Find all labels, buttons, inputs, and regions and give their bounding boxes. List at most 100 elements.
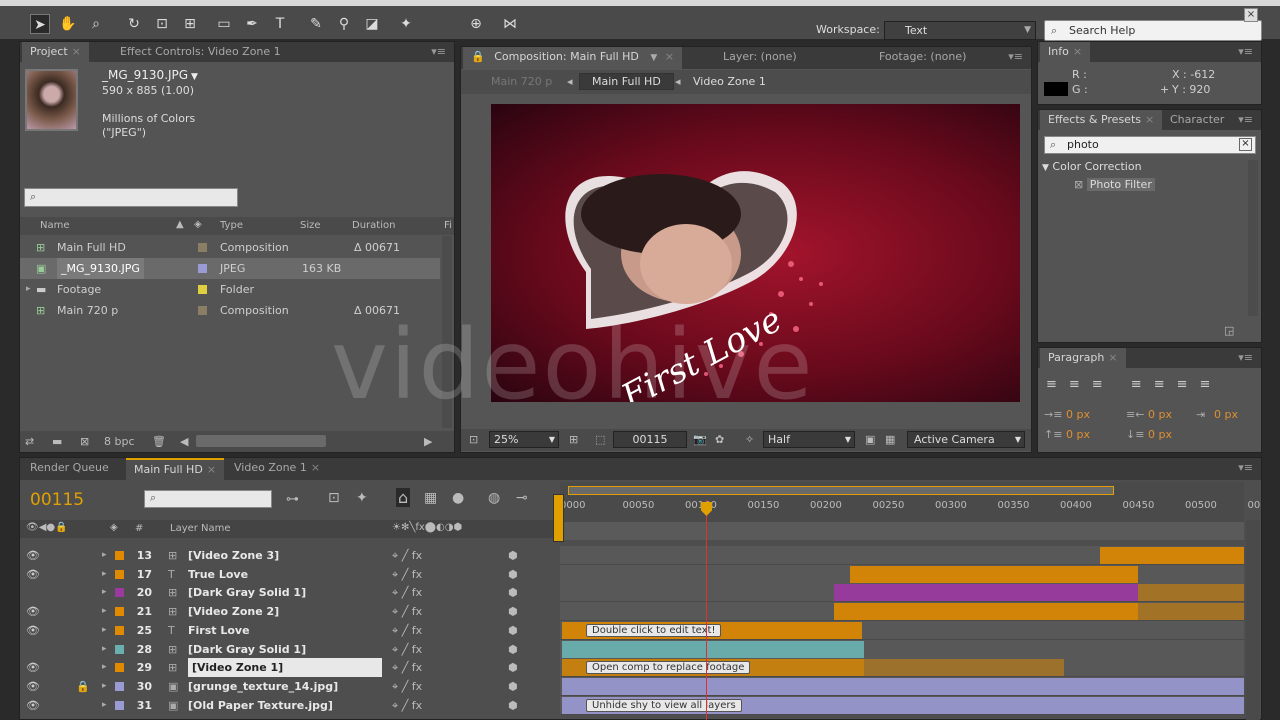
project-row[interactable]: ⊞ Main Full HD Composition Δ 00671 [20,237,440,258]
indent-right-value[interactable]: 0 px [1148,408,1172,421]
timeline-search-input[interactable]: ⌕ [144,490,272,508]
layer-row[interactable]: 👁 ▸ 29 ⊞ [Video Zone 1] ⌖ ╱ fx ⬢ [20,658,560,678]
resolution-select[interactable]: Half ▼ [763,431,855,448]
pan-behind-tool-icon[interactable]: ⊞ [180,14,200,34]
brush-tool-icon[interactable]: ✎ [306,14,326,34]
layer-duration-bar[interactable] [850,565,1138,583]
label-color-swatch[interactable] [115,625,124,635]
col-type[interactable]: Type [220,220,243,231]
live-update-icon[interactable]: ⊸ [516,490,528,506]
motion-blur-icon[interactable]: ▦ [424,490,437,506]
project-row[interactable]: ▣ _MG_9130.JPG JPEG 163 KB [20,258,440,279]
layer-duration-bar[interactable] [562,677,1244,695]
comp-start-marker[interactable] [553,494,564,542]
pen-tool-icon[interactable]: ✒ [242,14,262,34]
col-size[interactable]: Size [300,220,321,231]
hand-tool-icon[interactable]: ✋ [58,14,78,34]
col-name[interactable]: Name [40,220,70,231]
tab-project[interactable]: Project × [22,42,89,62]
indent-left-value[interactable]: 0 px [1066,408,1090,421]
label-color-swatch[interactable] [115,644,124,654]
horizontal-scrollbar[interactable] [196,435,326,447]
timeline-vertical-scrollbar[interactable] [1246,520,1260,720]
project-vertical-scrollbar[interactable] [442,236,452,428]
layer-row[interactable]: 👁 ▸ 13 ⊞ [Video Zone 3] ⌖ ╱ fx ⬢ [20,546,560,565]
3d-layer-icon[interactable]: ⬢ [508,677,518,696]
new-preset-icon[interactable]: ◲ [1224,324,1234,337]
layer-duration-bar[interactable] [834,603,1138,621]
effect-item[interactable]: ⊠ Photo Filter [1074,178,1155,191]
layer-switches[interactable]: ⌖ ╱ fx [392,696,422,715]
new-folder-icon[interactable]: ▬ [52,435,62,448]
layer-row[interactable]: ▸ 20 ⊞ [Dark Gray Solid 1] ⌖ ╱ fx ⬢ [20,583,560,602]
first-line-indent-value[interactable]: 0 px [1214,408,1238,421]
breadcrumb-main-full-hd[interactable]: Main Full HD [579,73,674,90]
label-color-swatch[interactable] [198,264,207,273]
layer-marker-comment[interactable]: Double click to edit text! [586,623,722,637]
layer-duration-bar[interactable] [864,659,1064,677]
tab-character[interactable]: Character [1162,110,1232,130]
tab-video-zone-1[interactable]: Video Zone 1 × [226,458,328,480]
panel-menu-icon[interactable]: ▾≡ [431,45,446,58]
eraser-tool-icon[interactable]: ◪ [362,14,382,34]
layer-row[interactable]: 👁 ▸ 25 T First Love ⌖ ╱ fx ⬢ [20,621,560,640]
3d-layer-icon[interactable]: ⬢ [508,602,518,621]
tab-main-full-hd[interactable]: Main Full HD × [126,458,225,480]
panel-menu-icon[interactable]: ▾≡ [1238,461,1253,474]
expand-icon[interactable]: ▸ [102,696,107,715]
item-name[interactable]: _MG_9130.JPG ▼ [102,68,198,82]
panel-menu-icon[interactable]: ▾≡ [1238,113,1253,126]
rotate-tool-icon[interactable]: ↻ [124,14,144,34]
layer-duration-bar[interactable] [1138,603,1244,621]
trash-icon[interactable]: 🗑 [152,435,166,448]
3d-layer-icon[interactable]: ⬢ [508,583,518,602]
project-row[interactable]: ▸ ▬ Footage Folder [20,279,440,300]
snapshot-icon[interactable]: 📷 [693,433,707,446]
expand-icon[interactable]: ▸ [102,546,107,565]
expand-icon[interactable]: ▸ [102,640,107,659]
breadcrumb-video-zone-1[interactable]: Video Zone 1 [693,75,766,88]
camera-select[interactable]: Active Camera ▼ [907,431,1025,448]
layer-row[interactable]: ▸ 28 ⊞ [Dark Gray Solid 1] ⌖ ╱ fx ⬢ [20,640,560,659]
tab-effect-controls[interactable]: Effect Controls: Video Zone 1 [112,42,289,62]
panel-menu-icon[interactable]: ▾≡ [1238,351,1253,364]
scroll-right-icon[interactable]: ▶ [424,435,432,448]
label-color-swatch[interactable] [115,700,124,710]
label-color-swatch[interactable] [198,306,207,315]
layer-marker-comment[interactable]: Open comp to replace footage [586,661,751,675]
layer-row[interactable]: 👁 ▸ 31 ▣ [Old Paper Texture.jpg] ⌖ ╱ fx ⬢ [20,696,560,715]
eye-icon[interactable]: 👁 [26,621,40,640]
new-comp-icon[interactable]: ⊠ [80,435,89,448]
3d-layer-icon[interactable]: ⬢ [508,696,518,715]
region-icon[interactable]: ✧ [745,433,754,446]
always-preview-icon[interactable]: ⊡ [469,433,478,446]
layer-switches[interactable]: ⌖ ╱ fx [392,602,422,621]
channels-icon[interactable]: ✿ [715,433,724,446]
expand-icon[interactable]: ▸ [102,565,107,584]
expand-icon[interactable]: ▸ [102,621,107,640]
work-area-bar[interactable] [568,486,1114,495]
clone-stamp-tool-icon[interactable]: ⚲ [334,14,354,34]
safe-margins-icon[interactable]: ⊞ [569,433,578,446]
panel-menu-icon[interactable]: ▾≡ [1008,50,1023,63]
col-fi[interactable]: Fi [444,220,452,231]
zoom-select[interactable]: 25% ▼ [489,431,559,448]
clear-search-icon[interactable]: × [1239,138,1252,151]
eye-icon[interactable]: 👁 [26,677,40,696]
interpret-footage-icon[interactable]: ⇄ [25,435,34,448]
label-color-swatch[interactable] [115,569,124,579]
zoom-tool-icon[interactable]: ⌕ [86,14,106,34]
expand-icon[interactable]: ▸ [102,677,107,696]
tab-render-queue[interactable]: Render Queue [22,458,117,480]
axis-mode-icon[interactable]: ⊕ [466,14,486,34]
layer-duration-bar[interactable] [834,584,1138,602]
panel-menu-icon[interactable]: ▾≡ [1238,45,1253,58]
3d-layer-icon[interactable]: ⬢ [508,546,518,565]
puppet-tool-icon[interactable]: ✦ [396,14,416,34]
tab-layer[interactable]: Layer: (none) [715,47,805,67]
effect-category[interactable]: ▼ Color Correction [1042,160,1142,173]
3d-layer-icon[interactable]: ⬢ [508,658,518,677]
tab-footage[interactable]: Footage: (none) [871,47,974,67]
3d-layer-icon[interactable]: ⬢ [508,640,518,659]
graph-editor-icon[interactable]: ◍ [488,490,500,506]
